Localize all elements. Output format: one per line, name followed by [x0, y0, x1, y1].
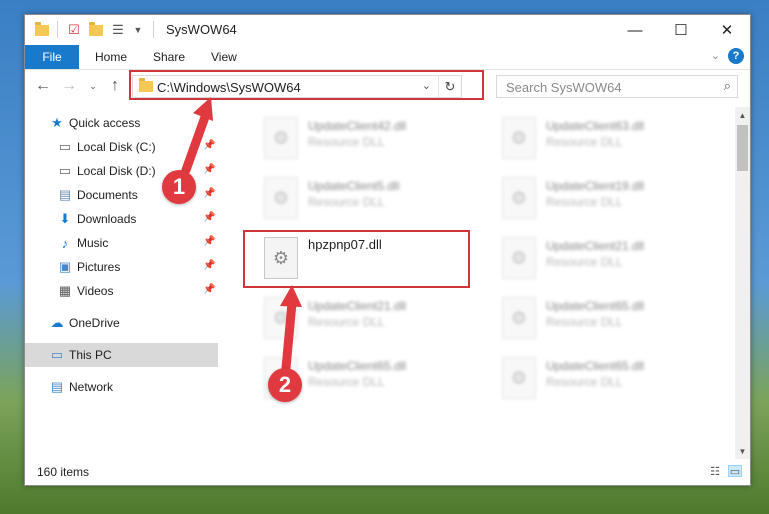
arrow-1-shaft — [181, 112, 210, 175]
arrow-2-shaft — [281, 298, 297, 373]
annotation-arrows — [181, 97, 302, 373]
step-badge-2: 2 — [268, 368, 302, 402]
arrow-2-head — [280, 285, 302, 307]
step-badge-1: 1 — [162, 170, 196, 204]
